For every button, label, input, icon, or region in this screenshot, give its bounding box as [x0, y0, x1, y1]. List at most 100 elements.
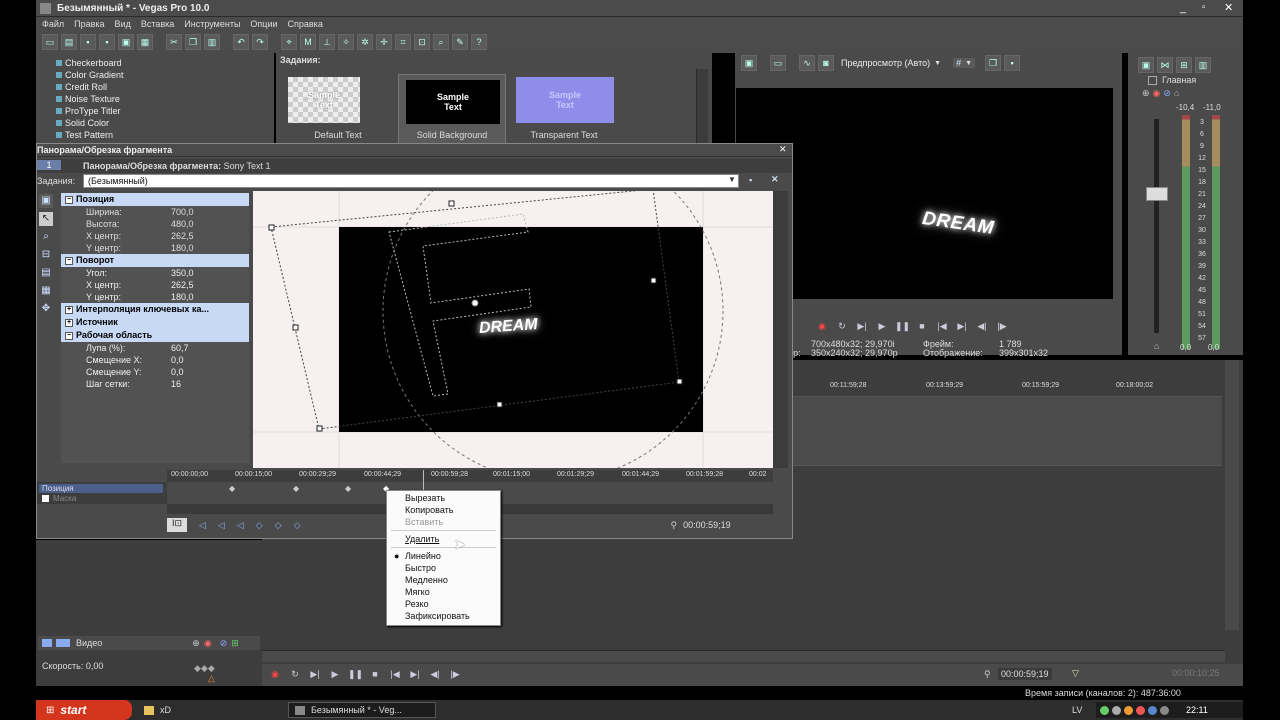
property-row[interactable]: Смещение X: 0,0 — [61, 354, 249, 366]
zoom-icon[interactable]: ⌕ — [39, 230, 53, 244]
list-item[interactable]: ProType Titler — [56, 105, 124, 117]
minimize-button[interactable]: _ — [1180, 2, 1200, 14]
tray-icon[interactable] — [1124, 705, 1133, 715]
keyframe[interactable]: ◆ — [345, 484, 351, 493]
lock-aspect-icon[interactable]: ⊟ — [39, 248, 53, 262]
sync-cursor-icon[interactable]: I⊡ — [167, 518, 187, 532]
property-row[interactable]: X центр: 262,5 — [61, 230, 249, 242]
section-header[interactable]: + Интерполяция ключевых ка... — [61, 303, 249, 316]
composite-icon[interactable]: ⊞ — [231, 638, 239, 649]
mixer-fx-icon[interactable]: ⊞ — [1176, 57, 1192, 73]
taskbar-item[interactable]: xD — [144, 702, 284, 718]
list-item[interactable]: Solid Color — [56, 117, 124, 129]
envelope-tool-icon[interactable]: ⌗ — [395, 34, 411, 50]
next-frame-icon[interactable]: |▶ — [995, 320, 1009, 332]
preview-properties-icon[interactable]: ▣ — [741, 55, 757, 71]
solo-icon[interactable]: ⊘ — [220, 638, 228, 649]
lock-envelopes-icon[interactable]: ⊥ — [319, 34, 335, 50]
new-icon[interactable]: ▭ — [42, 34, 58, 50]
fx-chain-icon[interactable]: ⌂ — [1174, 88, 1179, 99]
save-as-icon[interactable]: ▪ — [99, 34, 115, 50]
external-monitor-icon[interactable]: ▭ — [770, 55, 786, 71]
property-row[interactable]: Лупа (%): 60,7 — [61, 342, 249, 354]
pause-icon[interactable]: ❚❚ — [348, 668, 363, 680]
menu-edit[interactable]: Правка — [74, 17, 104, 31]
save-preset-icon[interactable]: ▪ — [749, 175, 752, 185]
next-frame-icon[interactable]: |▶ — [448, 668, 462, 680]
autoripple-icon[interactable]: M — [300, 34, 316, 50]
list-item[interactable]: Credit Roll — [56, 81, 124, 93]
first-keyframe-icon[interactable]: ◁ — [199, 520, 206, 531]
property-row[interactable]: Угол: 350,0 — [61, 267, 249, 279]
keyframe[interactable]: ◆ — [229, 484, 235, 493]
cut-icon[interactable]: ✂ — [166, 34, 182, 50]
save-icon[interactable]: ▪ — [80, 34, 96, 50]
taskbar-item-active[interactable]: Безымянный * - Veg... — [288, 702, 436, 718]
render-icon[interactable]: ▣ — [118, 34, 134, 50]
menu-help[interactable]: Справка — [288, 17, 323, 31]
menu-item-linear[interactable]: ● Линейно — [387, 550, 500, 562]
list-item[interactable]: Test Pattern — [56, 129, 124, 141]
play-from-start-icon[interactable]: ▶| — [855, 320, 869, 332]
next-keyframe-icon[interactable]: ◁ — [237, 520, 244, 531]
menu-insert[interactable]: Вставка — [141, 17, 174, 31]
move-freely-icon[interactable]: ▦ — [39, 284, 53, 298]
paste-icon[interactable]: ▥ — [204, 34, 220, 50]
stop-icon[interactable]: ■ — [368, 668, 382, 680]
track-position[interactable]: Позиция — [39, 484, 163, 493]
tray-icon[interactable] — [1160, 705, 1169, 715]
main-hscroll[interactable] — [262, 650, 1225, 662]
keyframe[interactable]: ◆ — [293, 484, 299, 493]
maximize-button[interactable]: ▫ — [1202, 2, 1222, 14]
save-snapshot-icon[interactable]: ▪ — [1004, 55, 1021, 71]
prev-frame-icon[interactable]: ◀| — [428, 668, 442, 680]
close-button[interactable]: ✕ — [1224, 1, 1244, 15]
property-row[interactable]: Y центр: 180,0 — [61, 291, 249, 303]
open-icon[interactable]: ▤ — [61, 34, 77, 50]
menu-item-fast[interactable]: Быстро — [387, 562, 500, 574]
go-to-start-icon[interactable]: |◀ — [935, 320, 949, 332]
mute-icon[interactable]: ◉ — [1153, 88, 1161, 99]
delete-keyframe-icon[interactable]: ◇ — [275, 520, 282, 531]
tray-icon[interactable] — [1100, 705, 1109, 715]
solo-icon[interactable]: ⊘ — [1163, 88, 1171, 99]
canvas-vscroll[interactable] — [773, 191, 788, 468]
menu-item-delete[interactable]: Удалить — [387, 533, 500, 545]
mixer-downmix-icon[interactable]: ▥ — [1195, 57, 1211, 73]
copy-snapshot-icon[interactable]: ❐ — [985, 55, 1002, 71]
mute-icon[interactable]: ◉ — [204, 638, 212, 649]
move-icon[interactable]: ✥ — [39, 302, 53, 316]
record-icon[interactable]: ◉ — [268, 668, 282, 680]
stop-icon[interactable]: ■ — [915, 320, 929, 332]
bypass-fx-icon[interactable]: ⊕ — [1142, 88, 1150, 99]
preset-thumb-transparent[interactable]: Sample Text — [516, 77, 614, 123]
video-track-header[interactable]: Видео ⊕ ◉ ⊘ ⊞ — [38, 636, 260, 650]
properties-icon[interactable]: ▦ — [137, 34, 153, 50]
preset-thumb-default[interactable]: Sample Text — [288, 77, 360, 123]
preset-dropdown[interactable]: (Безымянный) — [83, 174, 739, 188]
loop-icon[interactable]: ↻ — [288, 668, 302, 680]
menu-item-smooth[interactable]: Мягко — [387, 586, 500, 598]
crossfade-icon[interactable]: ✧ — [338, 34, 354, 50]
pan-crop-canvas[interactable]: DREAM — [253, 191, 773, 468]
prev-frame-icon[interactable]: ◀| — [975, 320, 989, 332]
play-from-start-icon[interactable]: ▶| — [308, 668, 322, 680]
property-row[interactable]: Высота: 480,0 — [61, 218, 249, 230]
go-to-start-icon[interactable]: |◀ — [388, 668, 402, 680]
bypass-fx-icon[interactable]: ⊕ — [192, 638, 200, 649]
preset-thumb-solid[interactable]: Sample Text Solid Background — [398, 74, 506, 144]
menu-view[interactable]: Вид — [115, 17, 131, 31]
record-icon[interactable]: ◉ — [815, 320, 829, 332]
tray-icon[interactable] — [1112, 705, 1121, 715]
list-item[interactable]: Checkerboard — [56, 57, 124, 69]
main-track[interactable] — [792, 396, 1222, 466]
start-button[interactable]: ⊞ start — [36, 700, 132, 720]
main-vscroll[interactable] — [1225, 360, 1239, 630]
split-icon[interactable]: ✎ — [452, 34, 468, 50]
mask-checkbox[interactable] — [42, 495, 49, 502]
go-to-end-icon[interactable]: ▶| — [955, 320, 969, 332]
menu-item-sharp[interactable]: Резко — [387, 598, 500, 610]
normal-edit-icon[interactable]: ↖ — [39, 212, 53, 226]
menu-item-slow[interactable]: Медленно — [387, 574, 500, 586]
show-properties-icon[interactable]: ▣ — [39, 194, 53, 208]
